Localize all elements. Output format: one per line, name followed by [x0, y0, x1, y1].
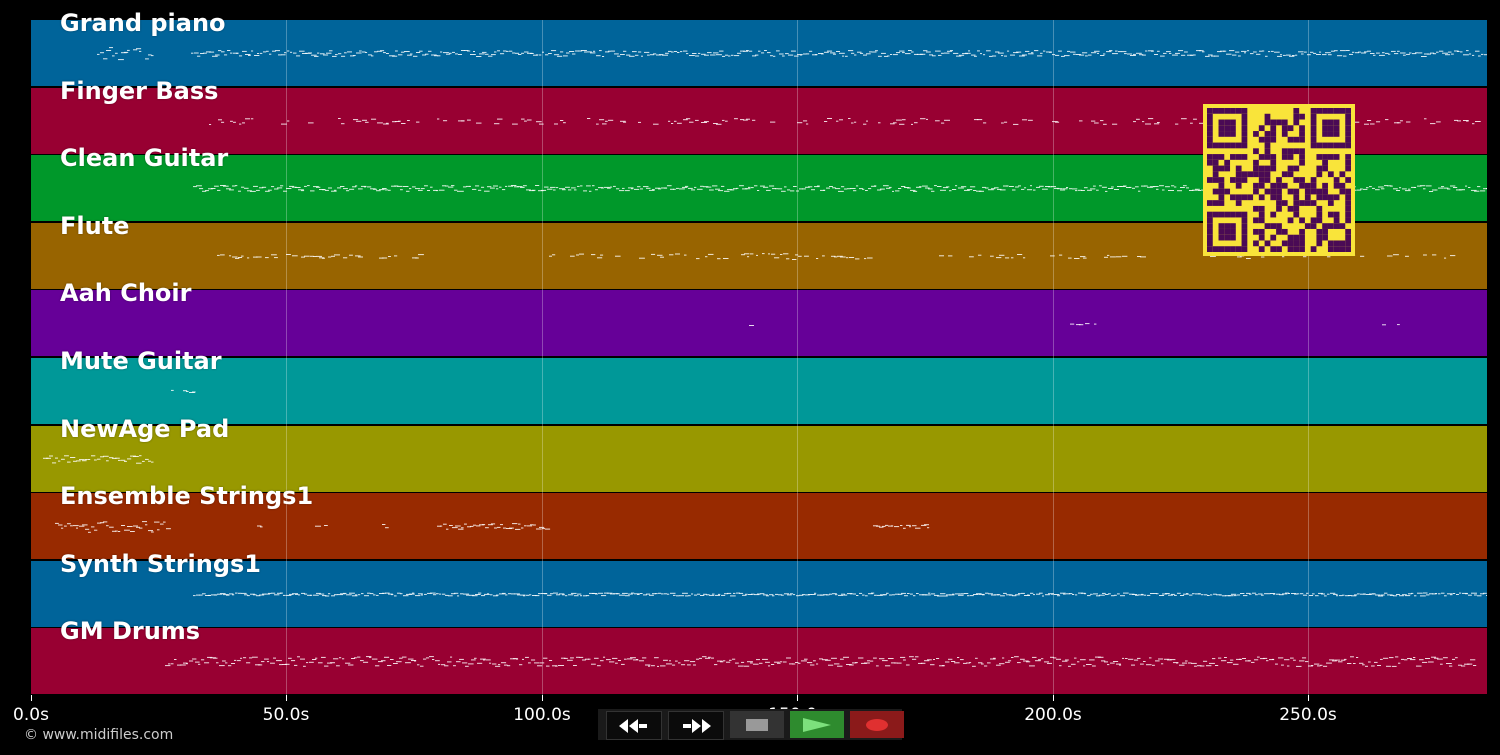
- rewind-button[interactable]: [606, 711, 662, 740]
- track-name: Synth Strings1: [60, 550, 261, 578]
- note-marks: [97, 47, 1487, 61]
- tick-mark: [286, 695, 287, 701]
- track-lane[interactable]: Mute Guitar: [31, 347, 1487, 424]
- note-marks: [171, 389, 196, 393]
- tick-label: 250.0s: [1279, 705, 1337, 725]
- track-name: Ensemble Strings1: [60, 482, 314, 510]
- track-lane[interactable]: Aah Choir: [31, 279, 1487, 356]
- tick-label: 200.0s: [1024, 705, 1082, 725]
- tick-mark: [797, 695, 798, 701]
- note-marks: [749, 323, 1400, 326]
- copyright-text: © www.midifiles.com: [24, 727, 174, 743]
- tick-label: 0.0s: [13, 705, 49, 725]
- track-name: Mute Guitar: [60, 347, 222, 375]
- track-name: Flute: [60, 212, 130, 240]
- tick-mark: [31, 695, 32, 701]
- fast-forward-icon: [683, 718, 711, 733]
- stop-icon: [746, 718, 768, 731]
- track-lane[interactable]: Grand piano: [31, 9, 1487, 86]
- tick-label: 50.0s: [262, 705, 310, 725]
- tick-mark: [1053, 695, 1054, 701]
- track-name: Clean Guitar: [60, 144, 229, 172]
- stop-button[interactable]: [730, 711, 784, 738]
- record-icon: [866, 718, 888, 731]
- tick-mark: [1308, 695, 1309, 701]
- track-name: NewAge Pad: [60, 415, 230, 443]
- track-name: Grand piano: [60, 9, 226, 37]
- tick-mark: [542, 695, 543, 701]
- transport-bar: [598, 709, 904, 740]
- rewind-icon: [619, 718, 647, 733]
- track-lane[interactable]: Synth Strings1: [31, 550, 1487, 627]
- track-name: Aah Choir: [60, 279, 192, 307]
- track-lane[interactable]: GM Drums: [31, 617, 1487, 694]
- tick-label: 100.0s: [513, 705, 571, 725]
- play-button[interactable]: [790, 711, 844, 738]
- note-marks: [165, 656, 1477, 667]
- play-icon: [803, 717, 831, 732]
- record-button[interactable]: [850, 711, 904, 738]
- track-name: Finger Bass: [60, 77, 219, 105]
- qr-code-icon: [1203, 104, 1355, 256]
- track-name: GM Drums: [60, 617, 201, 645]
- fast-forward-button[interactable]: [668, 711, 724, 740]
